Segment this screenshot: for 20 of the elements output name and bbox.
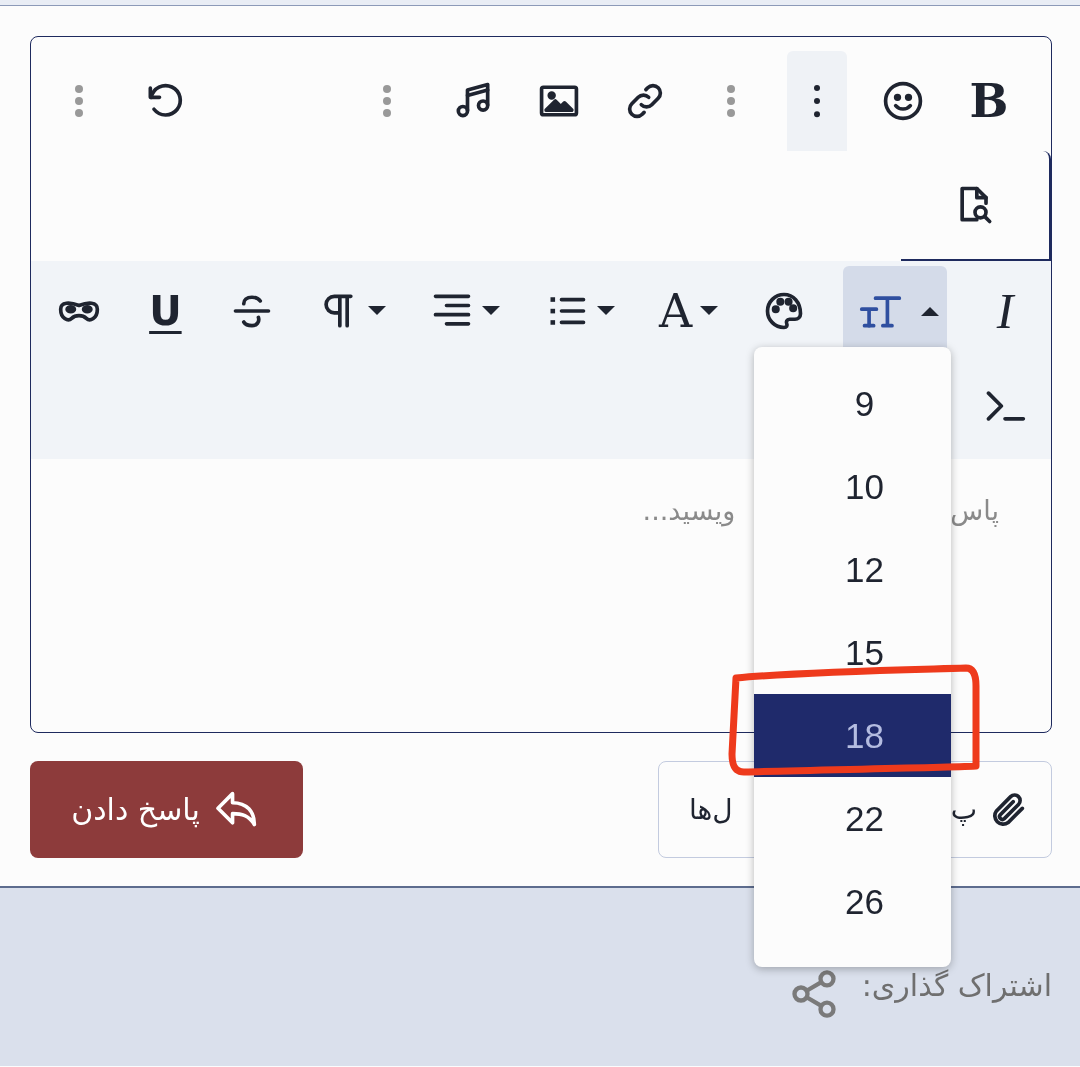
smiley-icon	[881, 79, 925, 123]
separator-icon	[726, 84, 736, 118]
italic-button[interactable]: I	[977, 266, 1033, 356]
placeholder-text: ویسید...	[642, 495, 736, 526]
text-color-button[interactable]: A	[652, 266, 727, 356]
separator-icon	[74, 84, 84, 118]
menu-item[interactable]: 26	[754, 860, 951, 943]
menu-item[interactable]: 9	[754, 362, 951, 445]
bold-button[interactable]: B	[959, 51, 1019, 151]
menu-item[interactable]: 18	[754, 694, 951, 777]
menu-item[interactable]: 10	[754, 445, 951, 528]
menu-item[interactable]: 22	[754, 777, 951, 860]
menu-item[interactable]: 15	[754, 611, 951, 694]
underline-button[interactable]: U	[137, 266, 194, 356]
share-label: اشتراک گذاری:	[861, 968, 1052, 1003]
placeholder-text: پاس	[950, 495, 999, 526]
more-icon	[814, 84, 820, 118]
separator-icon	[382, 84, 392, 118]
reply-button[interactable]: پاسخ دادن	[30, 761, 303, 858]
menu-item[interactable]: 12	[754, 528, 951, 611]
